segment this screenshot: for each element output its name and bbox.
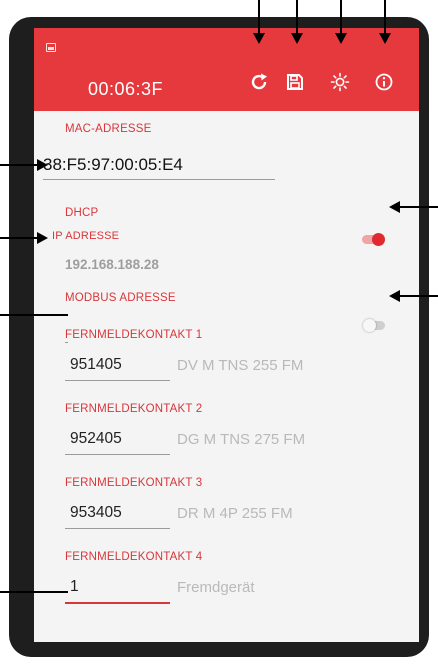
mac-label: MAC-ADRESSE bbox=[65, 123, 152, 135]
annotation-arrow-brightness bbox=[335, 33, 347, 44]
annotation-arrow-mac bbox=[37, 159, 48, 171]
contact-1-hint: DV M TNS 255 FM bbox=[177, 357, 304, 374]
info-icon bbox=[375, 73, 393, 91]
brightness-icon bbox=[330, 72, 350, 92]
refresh-button[interactable] bbox=[245, 68, 273, 96]
save-icon bbox=[287, 74, 303, 90]
save-button[interactable] bbox=[281, 68, 309, 96]
contact-2-label: FERNMELDEKONTAKT 2 bbox=[65, 403, 203, 415]
annotation-line-contact-4 bbox=[0, 591, 68, 593]
annotation-arrow-ip bbox=[37, 232, 48, 244]
annotation-line-modbus bbox=[0, 314, 68, 316]
contact-1-input[interactable]: 951405 bbox=[70, 356, 122, 374]
contact-3-label: FERNMELDEKONTAKT 3 bbox=[65, 477, 203, 489]
contact-2-underline bbox=[65, 454, 170, 455]
contact-1-label: FERNMELDEKONTAKT 1 bbox=[65, 329, 203, 341]
mac-underline bbox=[43, 179, 275, 180]
annotation-line-refresh bbox=[258, 0, 260, 34]
contact-3-input[interactable]: 953405 bbox=[70, 504, 122, 522]
modbus-label: MODBUS ADRESSE bbox=[65, 292, 176, 304]
info-button[interactable] bbox=[370, 68, 398, 96]
contact-4-hint: Fremdgerät bbox=[177, 579, 255, 596]
app-bar: 00:06:3F bbox=[34, 28, 419, 111]
contact-4-label: FERNMELDEKONTAKT 4 bbox=[65, 551, 203, 563]
mac-value: 38:F5:97:00:05:E4 bbox=[43, 155, 183, 174]
annotation-line-mac bbox=[0, 164, 38, 166]
ip-value: 192.168.188.28 bbox=[65, 257, 159, 272]
contact-2-hint: DG M TNS 275 FM bbox=[177, 431, 306, 448]
annotation-arrow-refresh bbox=[253, 33, 265, 44]
contact-4-underline-active bbox=[65, 602, 170, 604]
annotation-arrow-save bbox=[291, 33, 303, 44]
contact-4-input[interactable]: 1 bbox=[70, 578, 79, 596]
refresh-icon bbox=[251, 73, 267, 90]
dhcp-label: DHCP bbox=[65, 207, 99, 219]
contact-3-hint: DR M 4P 255 FM bbox=[177, 505, 293, 522]
annotation-line-ip bbox=[0, 237, 38, 239]
contact-1-underline bbox=[65, 380, 170, 381]
annotation-line-modbus-toggle bbox=[399, 295, 438, 297]
annotation-arrow-info bbox=[379, 33, 391, 44]
contact-3-underline bbox=[65, 528, 170, 529]
annotation-line-info bbox=[384, 0, 386, 34]
annotation-line-dhcp bbox=[399, 206, 438, 208]
notification-icon bbox=[46, 43, 56, 52]
annotation-line-brightness bbox=[340, 0, 342, 34]
contact-2-input[interactable]: 952405 bbox=[70, 430, 122, 448]
modbus-underline bbox=[65, 342, 68, 343]
annotation-line-save bbox=[296, 0, 298, 34]
app-screen: 00:06:3F MAC-ADRESSE 38:F5:97:00:05:E4 D… bbox=[34, 28, 419, 642]
ip-label: IP ADRESSE bbox=[52, 230, 120, 242]
brightness-button[interactable] bbox=[326, 68, 354, 96]
timer-display: 00:06:3F bbox=[88, 79, 164, 99]
